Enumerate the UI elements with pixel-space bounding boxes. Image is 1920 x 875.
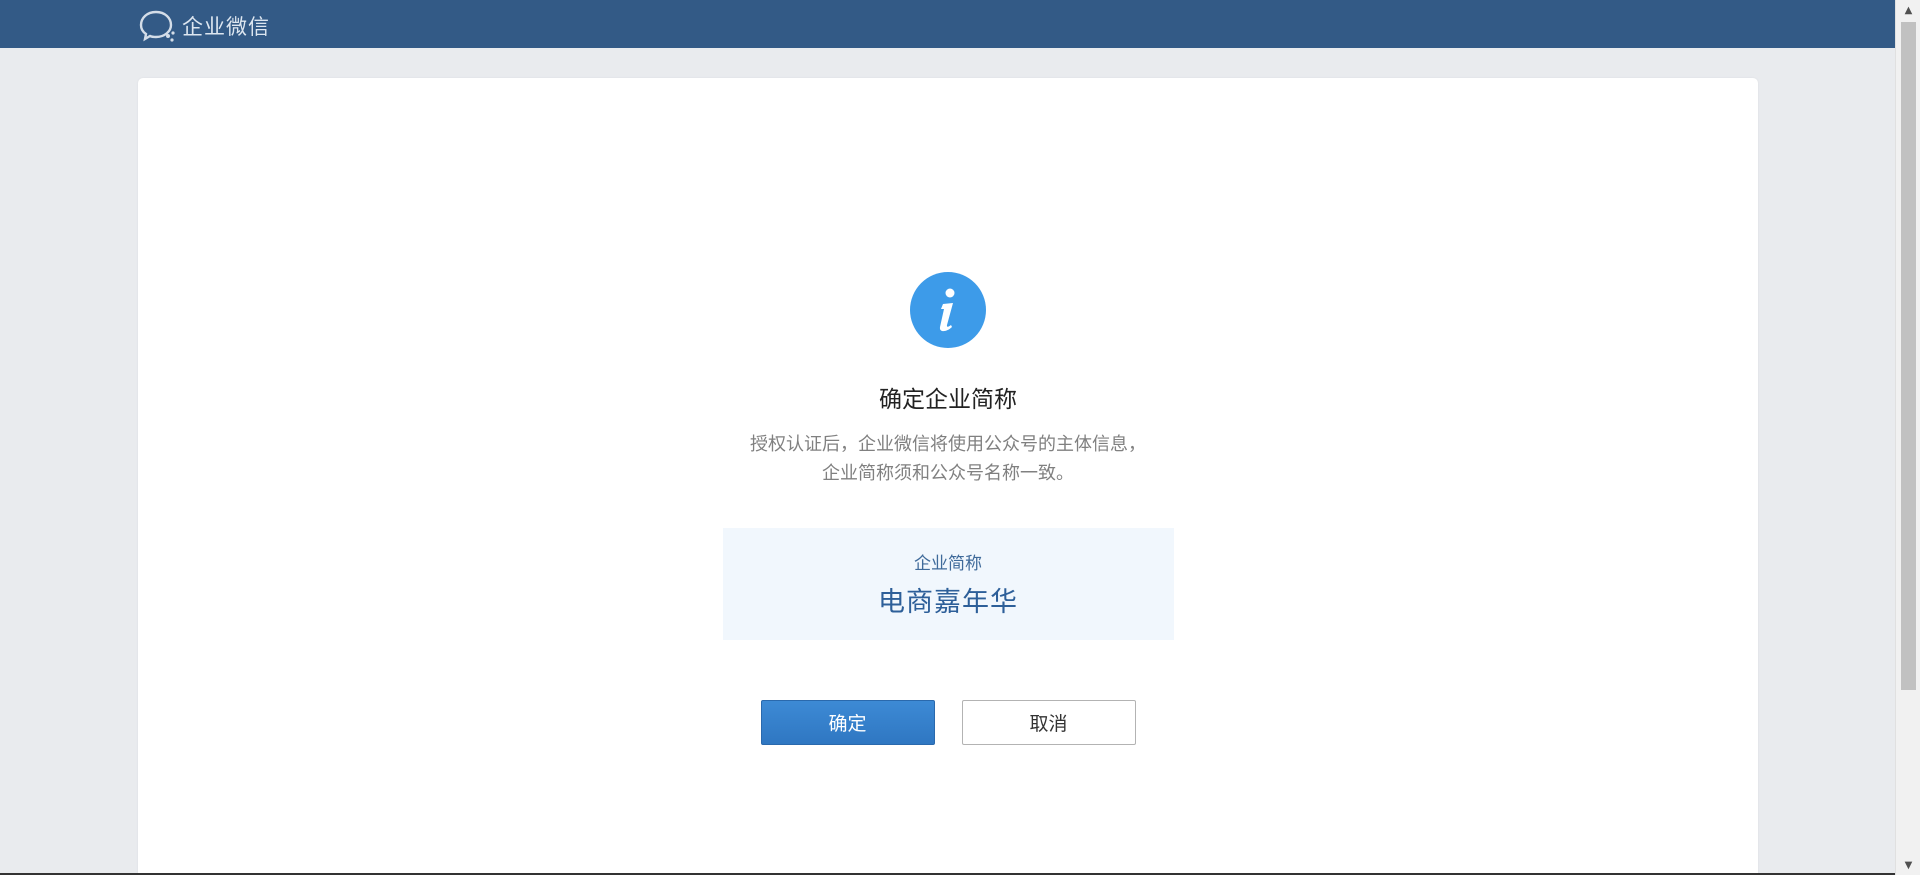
company-short-name-label: 企业简称 — [914, 554, 982, 574]
scroll-up-arrow-icon[interactable]: ▲ — [1896, 0, 1920, 20]
confirm-dialog: 确定企业简称 授权认证后，企业微信将使用公众号的主体信息， 企业简称须和公众号名… — [138, 78, 1758, 745]
dialog-actions: 确定 取消 — [760, 700, 1136, 745]
company-short-name-box: 企业简称 电商嘉年华 — [722, 528, 1174, 640]
info-icon — [910, 272, 986, 348]
main-card: 确定企业简称 授权认证后，企业微信将使用公众号的主体信息， 企业简称须和公众号名… — [138, 78, 1758, 875]
page: 企业微信 确定企业简称 授权认证后，企业微信将使用公众号的主体信息， 企业简称须… — [0, 0, 1920, 875]
cancel-button[interactable]: 取消 — [961, 700, 1136, 745]
top-bar: 企业微信 — [0, 0, 1895, 48]
vertical-scrollbar[interactable]: ▲ ▼ — [1895, 0, 1920, 875]
scroll-down-arrow-icon[interactable]: ▼ — [1896, 855, 1920, 875]
dialog-title: 确定企业简称 — [879, 387, 1017, 413]
brand-name: 企业微信 — [182, 15, 270, 39]
description-line-2: 企业简称须和公众号名称一致。 — [822, 463, 1074, 484]
brand-logo[interactable]: 企业微信 — [138, 9, 270, 43]
confirm-button[interactable]: 确定 — [760, 700, 935, 745]
description-line-1: 授权认证后，企业微信将使用公众号的主体信息， — [750, 434, 1146, 455]
dialog-description: 授权认证后，企业微信将使用公众号的主体信息， 企业简称须和公众号名称一致。 — [750, 430, 1146, 488]
wework-chat-bubble-icon — [139, 10, 175, 42]
scrollbar-thumb[interactable] — [1901, 22, 1916, 690]
company-short-name-value: 电商嘉年华 — [878, 587, 1018, 618]
